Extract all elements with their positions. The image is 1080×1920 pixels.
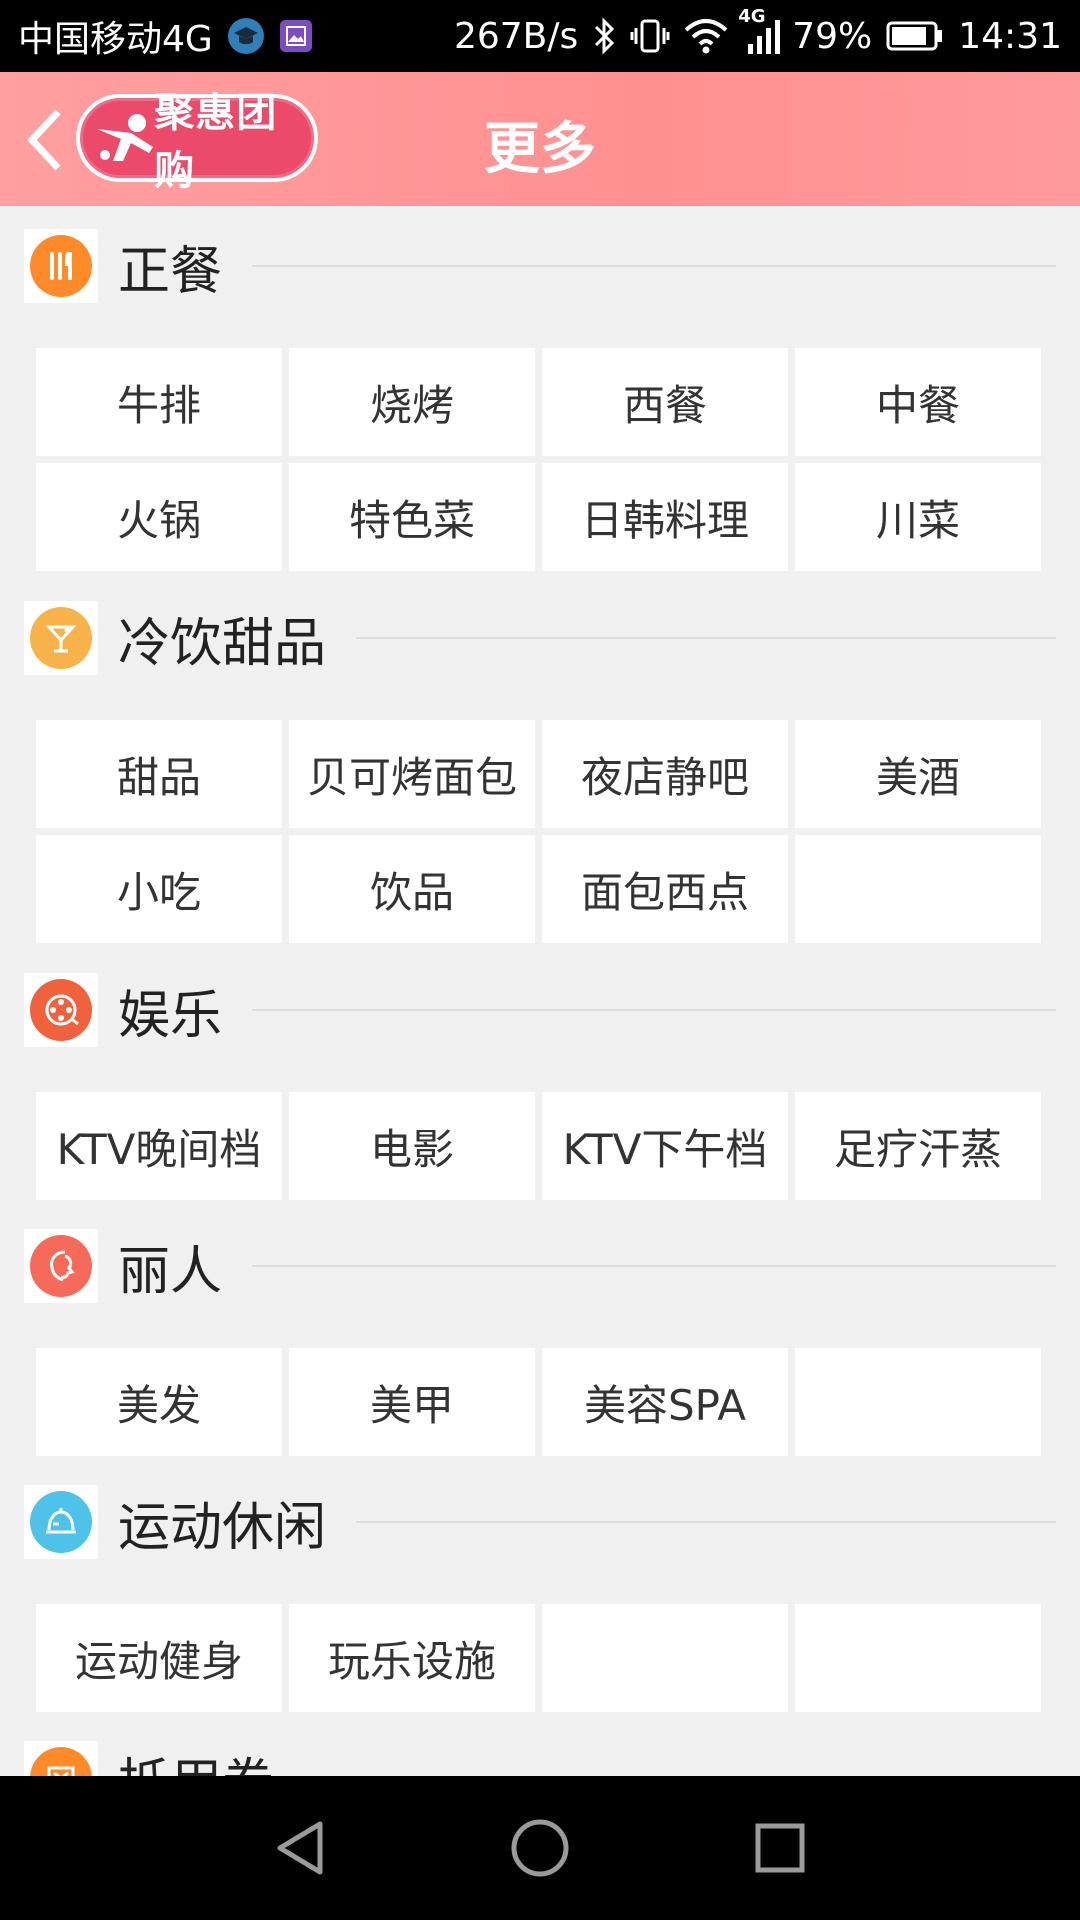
nav-home-button[interactable] bbox=[500, 1812, 580, 1884]
category-item-fitness[interactable]: 运动健身 bbox=[36, 1604, 282, 1712]
category-item-ktv-evening[interactable]: KTV晚间档 bbox=[36, 1092, 282, 1200]
category-item-western[interactable]: 西餐 bbox=[542, 348, 788, 456]
category-item-movie[interactable]: 电影 bbox=[289, 1092, 535, 1200]
coupon-icon bbox=[30, 1747, 92, 1776]
category-item-chinese[interactable]: 中餐 bbox=[795, 348, 1041, 456]
category-item-empty bbox=[795, 1604, 1041, 1712]
category-item-snacks[interactable]: 小吃 bbox=[36, 835, 282, 943]
category-item-empty bbox=[795, 835, 1041, 943]
category-item-steak[interactable]: 牛排 bbox=[36, 348, 282, 456]
status-bar: 中国移动4G 267B/s 4G 79% 14:31 bbox=[0, 0, 1080, 72]
home-circle-icon bbox=[511, 1819, 569, 1877]
category-list[interactable]: 正餐 牛排 烧烤 西餐 中餐 火锅 特色菜 日韩料理 川菜 冷饮甜品 甜品 贝可… bbox=[0, 206, 1080, 1776]
bluetooth-icon bbox=[592, 16, 616, 56]
system-nav-bar bbox=[0, 1776, 1080, 1920]
clock: 14:31 bbox=[958, 15, 1062, 57]
category-item-sichuan[interactable]: 川菜 bbox=[795, 463, 1041, 571]
graduation-cap-icon bbox=[227, 17, 265, 55]
category-item-empty bbox=[795, 1348, 1041, 1456]
category-item-nightclub-bar[interactable]: 夜店静吧 bbox=[542, 720, 788, 828]
utensils-icon bbox=[30, 235, 92, 297]
back-triangle-icon bbox=[277, 1821, 323, 1875]
woman-profile-icon bbox=[30, 1235, 92, 1297]
cocktail-icon bbox=[30, 607, 92, 669]
category-item-amusement[interactable]: 玩乐设施 bbox=[289, 1604, 535, 1712]
category-item-bbq[interactable]: 烧烤 bbox=[289, 348, 535, 456]
vibrate-icon bbox=[630, 16, 670, 56]
nav-back-button[interactable] bbox=[260, 1812, 340, 1884]
category-item-japanese-korean[interactable]: 日韩料理 bbox=[542, 463, 788, 571]
section-title: 冷饮甜品 bbox=[118, 613, 327, 674]
section-header: 运动休闲 bbox=[24, 1485, 1056, 1559]
recent-square-icon bbox=[755, 1823, 805, 1873]
section-header: 丽人 bbox=[24, 1229, 1056, 1303]
section-title: 丽人 bbox=[118, 1241, 223, 1302]
category-item-foot-massage-sauna[interactable]: 足疗汗蒸 bbox=[795, 1092, 1041, 1200]
section-header: 冷饮甜品 bbox=[24, 601, 1056, 675]
signal-icon: 4G bbox=[738, 6, 786, 56]
divider bbox=[356, 637, 1056, 639]
battery-percent: 79% bbox=[792, 15, 873, 57]
app-header: 聚惠团购 更多 bbox=[0, 72, 1080, 206]
network-type-label: 4G bbox=[738, 6, 766, 27]
category-item-bread-pastry[interactable]: 面包西点 bbox=[542, 835, 788, 943]
category-item-wine[interactable]: 美酒 bbox=[795, 720, 1041, 828]
category-item-empty bbox=[542, 1604, 788, 1712]
page-title: 更多 bbox=[484, 117, 596, 182]
divider bbox=[356, 1521, 1056, 1523]
divider bbox=[252, 1265, 1056, 1267]
section-title: 娱乐 bbox=[118, 985, 223, 1046]
battery-icon bbox=[886, 20, 944, 52]
carrier-label: 中国移动4G bbox=[18, 19, 213, 60]
category-item-nails[interactable]: 美甲 bbox=[289, 1348, 535, 1456]
category-item-beverages[interactable]: 饮品 bbox=[289, 835, 535, 943]
section-header: 正餐 bbox=[24, 229, 1056, 303]
section-header: 抵用券 bbox=[24, 1741, 1056, 1777]
category-item-hotpot[interactable]: 火锅 bbox=[36, 463, 282, 571]
nav-recent-button[interactable] bbox=[740, 1812, 820, 1884]
section-title: 抵用券 bbox=[118, 1741, 274, 1777]
divider bbox=[252, 265, 1056, 267]
wifi-icon bbox=[684, 18, 728, 54]
gallery-app-icon bbox=[279, 19, 313, 53]
dome-icon bbox=[30, 1491, 92, 1553]
divider bbox=[252, 1009, 1056, 1011]
section-title: 正餐 bbox=[118, 241, 223, 302]
network-speed: 267B/s bbox=[453, 15, 579, 57]
category-item-hair[interactable]: 美发 bbox=[36, 1348, 282, 1456]
section-header: 娱乐 bbox=[24, 973, 1056, 1047]
category-item-desserts[interactable]: 甜品 bbox=[36, 720, 282, 828]
category-item-specialty[interactable]: 特色菜 bbox=[289, 463, 535, 571]
section-title: 运动休闲 bbox=[118, 1497, 327, 1558]
category-item-bakery-brand[interactable]: 贝可烤面包 bbox=[289, 720, 535, 828]
category-item-ktv-afternoon[interactable]: KTV下午档 bbox=[542, 1092, 788, 1200]
film-reel-icon bbox=[30, 979, 92, 1041]
category-item-beauty-spa[interactable]: 美容SPA bbox=[542, 1348, 788, 1456]
